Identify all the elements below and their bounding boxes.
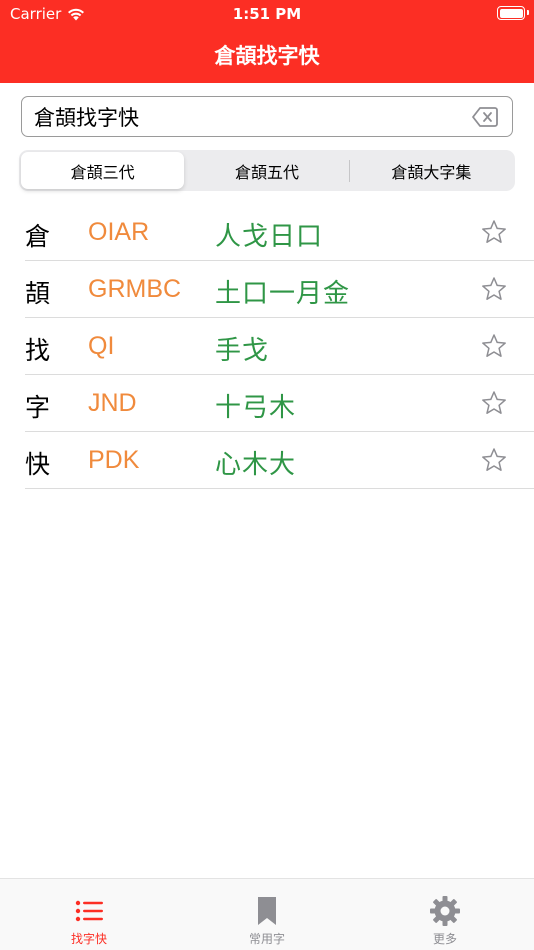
tab-find-character[interactable]: 找字快 [39,895,139,950]
star-icon[interactable] [481,276,507,302]
cangjie-code: JND [88,389,137,417]
tab-label: 常用字 [248,932,285,946]
result-list: 倉 OIAR 人戈日口 頡 GRMBC 土口一月金 找 QI 手戈 字 JND … [25,204,534,489]
delete-backspace-icon[interactable] [472,106,498,128]
segment-label: 倉頡大字集 [391,162,472,182]
result-row[interactable]: 找 QI 手戈 [25,318,534,375]
segment-label: 倉頡五代 [234,162,299,182]
tab-more[interactable]: 更多 [395,895,495,950]
cangjie-version-selector: 倉頡三代 倉頡五代 倉頡大字集 [19,150,515,191]
result-row[interactable]: 快 PDK 心木大 [25,432,534,489]
cangjie-code: GRMBC [88,275,182,303]
status-time: 1:51 PM [232,5,302,23]
segment-cangjie-large[interactable]: 倉頡大字集 [350,152,513,189]
radical-sequence: 人戈日口 [215,222,324,252]
tab-label: 找字快 [70,932,107,946]
result-row[interactable]: 頡 GRMBC 土口一月金 [25,261,534,318]
segment-cangjie-5[interactable]: 倉頡五代 [185,152,348,189]
tab-label: 更多 [432,932,457,946]
cangjie-code: PDK [88,446,140,474]
cangjie-code: OIAR [88,218,150,246]
radical-sequence: 土口一月金 [215,279,351,309]
result-character: 快 [25,450,51,479]
search-input[interactable] [34,97,464,136]
star-icon[interactable] [481,390,507,416]
tab-common-characters[interactable]: 常用字 [217,895,317,950]
result-character: 頡 [25,279,51,308]
navigation-header: Carrier 1:51 PM 倉頡找字快 [0,0,534,83]
radical-sequence: 心木大 [215,450,297,480]
battery-tip [527,10,529,15]
star-icon[interactable] [481,447,507,473]
search-field [21,96,513,137]
gear-icon [430,896,460,926]
star-icon[interactable] [481,333,507,359]
tab-bar: 找字快 常用字 更多 [0,878,534,950]
radical-sequence: 十弓木 [215,393,297,423]
segment-cangjie-3[interactable]: 倉頡三代 [21,152,185,189]
star-icon[interactable] [481,219,507,245]
result-character: 找 [25,336,51,365]
segment-label: 倉頡三代 [70,162,135,182]
radical-sequence: 手戈 [215,336,270,366]
page-title: 倉頡找字快 [214,44,320,68]
cangjie-code: QI [88,332,115,360]
result-character: 字 [25,393,51,422]
result-row[interactable]: 字 JND 十弓木 [25,375,534,432]
status-bar: Carrier 1:51 PM [0,0,534,28]
list-icon [75,900,103,922]
bookmark-icon [258,897,276,925]
battery-icon [497,6,525,20]
result-row[interactable]: 倉 OIAR 人戈日口 [25,204,534,261]
result-character: 倉 [25,222,51,251]
